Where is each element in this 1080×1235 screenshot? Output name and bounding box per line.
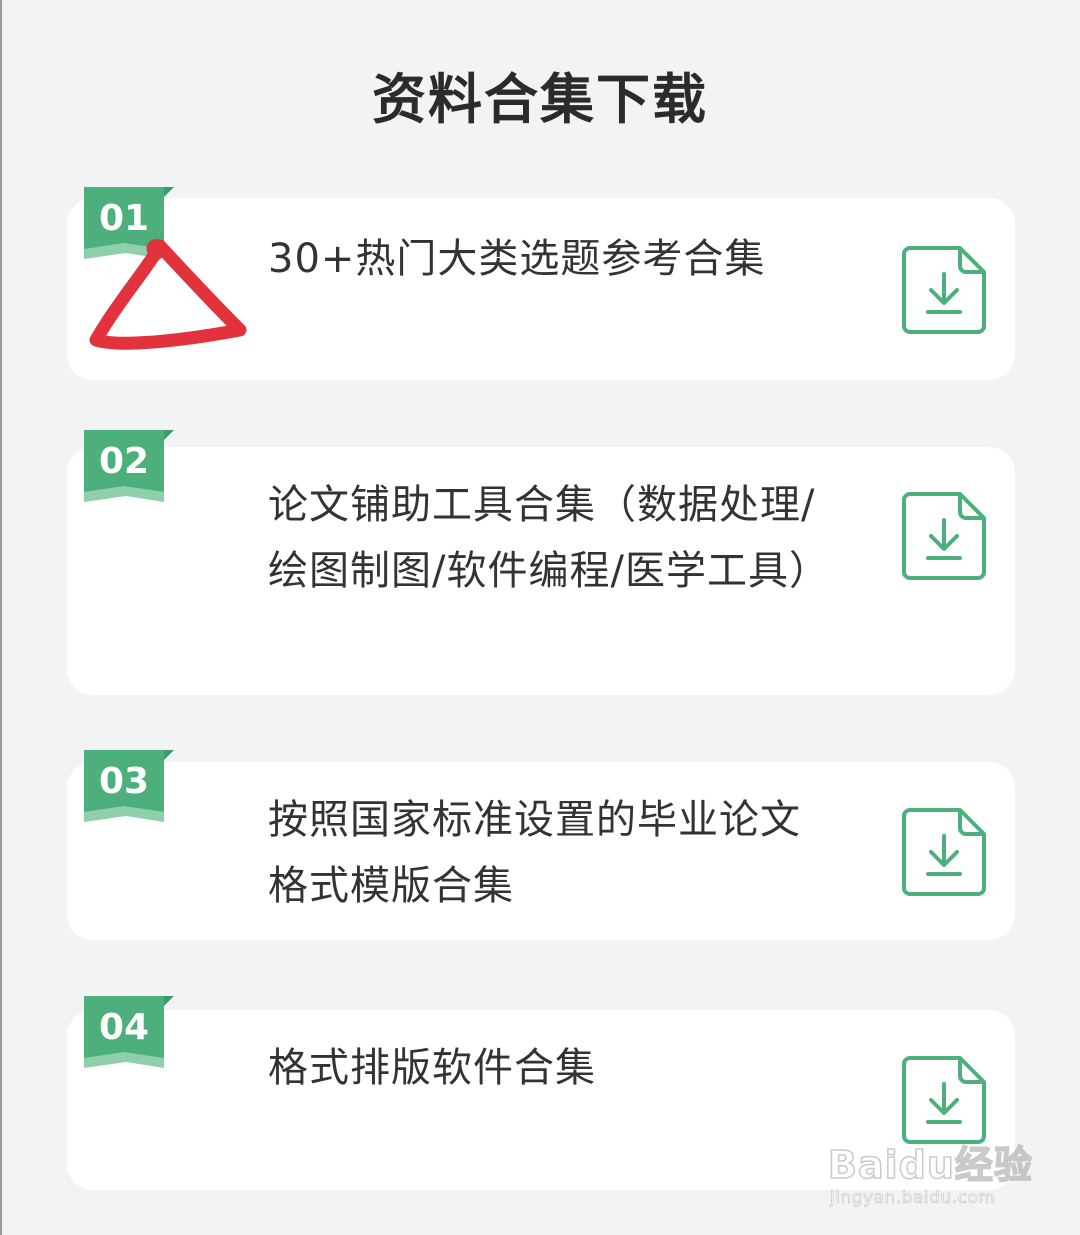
download-file-icon[interactable] bbox=[900, 244, 988, 336]
item-number-badge-2: 02 bbox=[84, 430, 174, 506]
item-title-4[interactable]: 格式排版软件合集 bbox=[268, 1035, 828, 1101]
download-file-icon[interactable] bbox=[900, 490, 988, 582]
baidu-jingyan-watermark: Baidu经验 jingyan.baidu.com bbox=[827, 1142, 1038, 1213]
download-file-icon[interactable] bbox=[900, 1054, 988, 1146]
red-triangle-annotation bbox=[84, 232, 256, 362]
item-number: 02 bbox=[98, 441, 150, 482]
page-title: 资料合集下载 bbox=[372, 68, 708, 131]
screen-edge bbox=[0, 0, 2, 1235]
watermark-brand: Baidu经验 bbox=[827, 1142, 1033, 1188]
item-number: 03 bbox=[98, 761, 150, 802]
item-title-2[interactable]: 论文铺助工具合集（数据处理/绘图制图/软件编程/医学工具） bbox=[268, 472, 829, 604]
item-title-1[interactable]: 30+热门大类选题参考合集 bbox=[268, 226, 828, 292]
item-number-badge-3: 03 bbox=[84, 750, 174, 826]
watermark-url: jingyan.baidu.com bbox=[830, 1188, 996, 1209]
item-number: 04 bbox=[98, 1007, 150, 1048]
download-file-icon[interactable] bbox=[900, 806, 988, 898]
item-number-badge-4: 04 bbox=[84, 996, 174, 1072]
item-title-3[interactable]: 按照国家标准设置的毕业论文格式模版合集 bbox=[268, 787, 828, 919]
